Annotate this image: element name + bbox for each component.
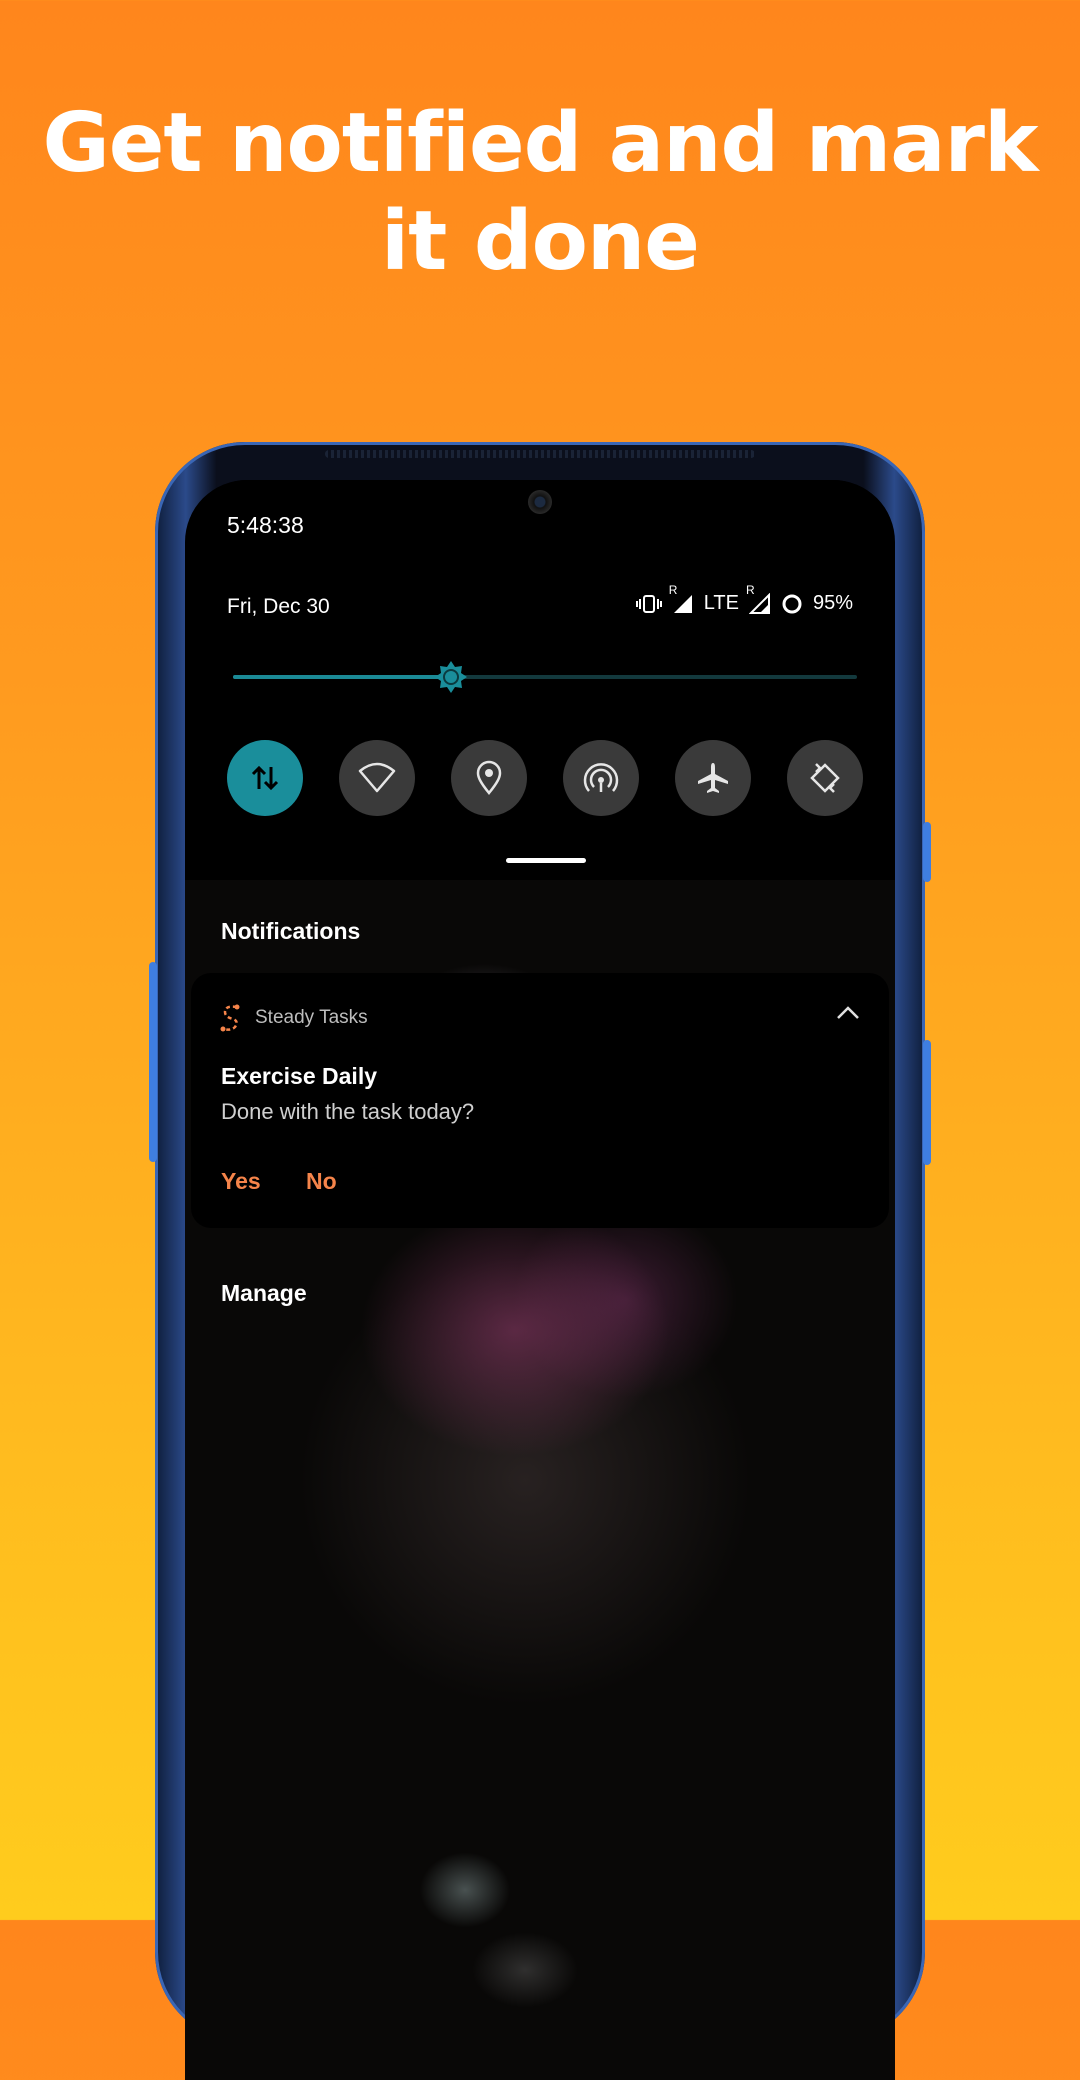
- phone-frame: 5:48:38 Fri, Dec 30 R LTE R 95% Notifica…: [149, 442, 931, 2080]
- notifications-header: Notifications: [221, 918, 361, 944]
- phone-button-right: [923, 1040, 931, 1165]
- no-button[interactable]: No: [306, 1168, 337, 1195]
- notification-card[interactable]: Steady Tasks Exercise Daily Done with th…: [191, 973, 889, 1228]
- headline-line-2: it done: [381, 194, 700, 289]
- brightness-icon: [435, 661, 468, 693]
- signal-icon: R: [669, 583, 694, 615]
- network-type: LTE: [703, 592, 739, 614]
- quick-settings-panel: 5:48:38 Fri, Dec 30 R LTE R 95%: [191, 480, 889, 868]
- battery-percent: 95%: [812, 592, 853, 614]
- headline-line-1: Get notified and mark: [42, 96, 1038, 191]
- headline: Get notified and mark it done: [0, 95, 1080, 291]
- phone-screen: 5:48:38 Fri, Dec 30 R LTE R 95% Notifica…: [185, 480, 895, 2080]
- notification-title: Exercise Daily: [221, 1063, 378, 1089]
- brightness-slider-fill: [233, 675, 452, 679]
- mobile-data-icon: [251, 765, 279, 791]
- vibrate-icon: [635, 593, 662, 615]
- roaming-indicator-2: R: [745, 582, 755, 597]
- phone-button-right-top: [923, 822, 931, 882]
- notification-body: Done with the task today?: [221, 1099, 475, 1124]
- collapse-button[interactable]: [835, 1003, 861, 1026]
- location-icon: [476, 760, 502, 795]
- tile-airplane[interactable]: [675, 740, 751, 816]
- airplane-icon: [698, 763, 728, 793]
- signal-icon-2: R: [746, 583, 771, 615]
- notification-app-row: Steady Tasks: [219, 1003, 368, 1033]
- brightness-thumb[interactable]: [433, 659, 469, 695]
- wifi-icon: [358, 762, 396, 793]
- roaming-indicator: R: [668, 582, 678, 597]
- steady-tasks-icon: [220, 1004, 240, 1032]
- tile-mobile-data[interactable]: [227, 740, 303, 816]
- front-camera: [528, 490, 552, 514]
- tile-wifi[interactable]: [339, 740, 415, 816]
- manage-button[interactable]: Manage: [221, 1280, 307, 1307]
- phone-speaker-grille: [325, 450, 755, 458]
- auto-rotate-icon: [810, 763, 840, 793]
- quick-tiles: [227, 740, 863, 816]
- brightness-slider[interactable]: [233, 661, 857, 693]
- notification-app-name: Steady Tasks: [255, 1007, 368, 1028]
- tile-location[interactable]: [451, 740, 527, 816]
- tile-auto-rotate[interactable]: [787, 740, 863, 816]
- date: Fri, Dec 30: [227, 595, 330, 618]
- tile-hotspot[interactable]: [563, 740, 639, 816]
- battery-ring-icon: [781, 593, 803, 615]
- phone-button-left: [149, 962, 157, 1162]
- status-icons: R LTE R 95%: [635, 583, 853, 615]
- chevron-up-icon: [837, 1006, 859, 1019]
- panel-drag-handle[interactable]: [506, 858, 586, 863]
- yes-button[interactable]: Yes: [221, 1168, 261, 1195]
- hotspot-icon: [583, 763, 619, 792]
- clock: 5:48:38: [227, 512, 304, 538]
